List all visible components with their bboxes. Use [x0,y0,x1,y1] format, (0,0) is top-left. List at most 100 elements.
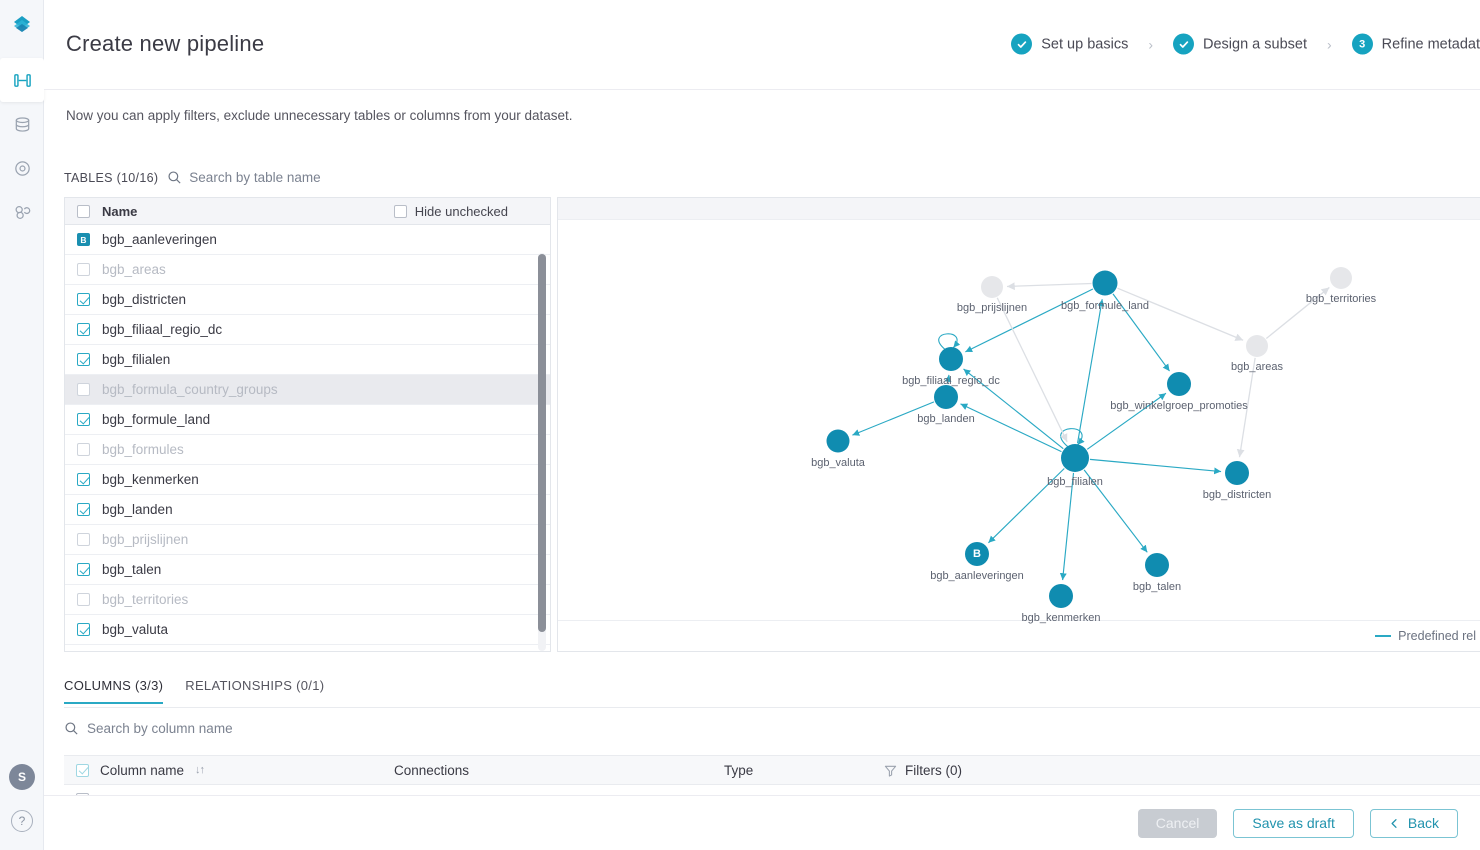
graph-edge [1089,458,1222,475]
sidebar-item-connections[interactable] [0,190,44,234]
graph-node-bgb-kenmerken[interactable] [1049,584,1073,608]
filters-header[interactable]: Filters (0) [884,763,962,778]
graph-node-bgb-filialen[interactable] [1061,444,1089,472]
app-logo[interactable] [0,8,44,44]
graph-edge [1117,287,1244,341]
sidebar-item-targets[interactable] [0,146,44,190]
table-row[interactable]: bgb_filiaal_regio_dc [65,315,550,345]
search-input[interactable] [87,721,347,736]
graph-node-bgb-prijslijnen[interactable] [981,276,1003,298]
page-header: Create new pipeline Set up basics › Desi… [44,0,1480,90]
select-all-tables-checkbox[interactable] [77,204,90,218]
sidebar-item-databases[interactable] [0,102,44,146]
step-number-badge: 3 [1351,33,1373,55]
graph-node-label: bgb_districten [1202,489,1272,501]
graph-toolbar [558,198,1480,220]
hide-unchecked-checkbox[interactable] [393,204,407,218]
table-row[interactable]: bgb_formules [65,435,550,465]
row-checkbox[interactable] [77,533,90,546]
relationship-graph-panel: bgb_prijslijnen bgb_formule_land bgb_terri… [557,197,1480,652]
table-row[interactable]: bgb_filialen [65,345,550,375]
table-row-label: bgb_formula_country_groups [102,382,278,397]
graph-node-bgb-landen[interactable] [934,385,958,409]
graph-node-bgb-areas[interactable] [1246,335,1268,357]
table-row[interactable]: bgb_territories [65,585,550,615]
table-row[interactable]: bgb_areas [65,255,550,285]
graph-node-label: bgb_formule_land [1060,299,1150,312]
table-row-label: bgb_aanleveringen [102,232,217,247]
step-design-a-subset[interactable]: Design a subset [1173,33,1307,55]
graph-node-bgb-aanleveringen[interactable]: B [965,542,989,566]
column-search[interactable] [64,721,347,736]
row-checkbox-checked[interactable] [77,623,90,636]
row-checkbox-checked[interactable] [77,473,90,486]
row-checkbox-checked[interactable] [77,293,90,306]
graph-node-label: bgb_talen [1132,581,1182,593]
step-chevron-icon: › [1148,36,1153,52]
row-checkbox-checked[interactable] [77,323,90,336]
table-row-label: bgb_prijslijnen [102,532,189,547]
tables-name-column-header: Name [102,203,138,219]
step-refine-metadata[interactable]: 3 Refine metadat [1351,33,1480,55]
select-all-columns-checkbox[interactable] [76,763,89,777]
sort-arrows-icon[interactable]: ↓↑ [195,764,205,776]
graph-node-bgb-districten[interactable] [1225,461,1249,485]
sidebar-item-pipelines[interactable] [0,58,44,102]
avatar[interactable]: S [9,764,35,790]
help-icon[interactable]: ? [11,810,33,832]
graph-node-bgb-winkelgroep-promoties[interactable] [1167,372,1191,396]
tab-relationships[interactable]: RELATIONSHIPS (0/1) [185,678,324,704]
cancel-button[interactable]: Cancel [1137,808,1218,838]
left-nav-rail: S ? [0,0,44,850]
connections-icon [15,205,30,219]
table-row[interactable]: bgb_formula_country_groups [65,375,550,405]
table-row[interactable]: bgb_valuta [65,615,550,645]
row-checkbox-checked[interactable] [77,563,90,576]
tables-count-label: TABLES (10/16) [64,170,159,185]
back-button[interactable]: Back [1369,808,1458,838]
graph-node-bgb-territories[interactable] [1330,267,1352,289]
database-icon [15,116,29,132]
step-set-up-basics[interactable]: Set up basics [1011,33,1128,55]
table-row-label: bgb_filiaal_regio_dc [102,322,223,337]
hide-unchecked-toggle[interactable]: Hide unchecked [393,204,508,219]
tab-columns[interactable]: COLUMNS (3/3) [64,678,164,704]
table-row[interactable]: bgb_talen [65,555,550,585]
table-row[interactable]: bgb_districten [65,285,550,315]
graph-node-bgb-filiaal-regio-dc[interactable] [939,347,963,371]
graph-node-bgb-formule-land[interactable] [1092,270,1118,296]
tabs-divider [64,707,1480,708]
row-checkbox[interactable] [77,593,90,606]
row-checkbox[interactable] [77,383,90,396]
row-checkbox[interactable] [77,443,90,456]
save-as-draft-button[interactable]: Save as draft [1233,808,1354,838]
graph-canvas[interactable]: bgb_prijslijnen bgb_formule_land bgb_terri… [558,220,1480,624]
row-checkbox[interactable] [77,263,90,276]
table-row[interactable]: bgb_formule_land [65,405,550,435]
tables-scrollbar-thumb[interactable] [538,254,546,632]
tables-toolbar: TABLES (10/16) [64,170,390,185]
table-row[interactable]: bgb_landen [65,495,550,525]
tables-row-list[interactable]: Bbgb_aanleveringen bgb_areas bgb_districte… [65,225,550,651]
tables-panel: Name Hide unchecked Bbgb_aanleveringen bg… [64,197,551,652]
page-subtitle: Now you can apply filters, exclude unnec… [66,108,573,123]
table-search[interactable] [167,170,390,185]
table-row[interactable]: bgb_prijslijnen [65,525,550,555]
step-complete-icon [1011,33,1033,55]
table-row-label: bgb_areas [102,262,166,277]
row-checkbox-checked[interactable] [77,503,90,516]
graph-edge [965,288,1094,353]
legend-label: Predefined rel [1398,629,1476,643]
table-row[interactable]: bgb_kenmerken [65,465,550,495]
diamond-stack-logo-icon [14,16,30,32]
row-checkbox-checked[interactable] [77,353,90,366]
row-badge-checkbox[interactable]: B [77,233,90,246]
search-input[interactable] [189,170,390,185]
column-name-header: Column name [100,762,185,778]
row-checkbox-checked[interactable] [77,413,90,426]
graph-node-bgb-valuta[interactable] [826,429,850,453]
table-row-label: bgb_valuta [102,622,169,637]
legend-line-swatch [1375,635,1392,637]
graph-node-bgb-talen[interactable] [1145,553,1169,577]
table-row[interactable]: Bbgb_aanleveringen [65,225,550,255]
